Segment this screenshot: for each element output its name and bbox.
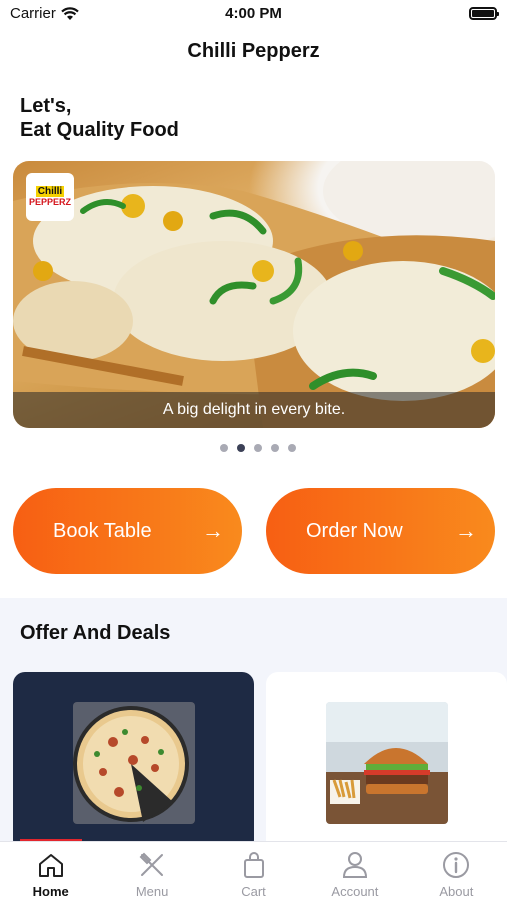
- tab-account[interactable]: Account: [304, 842, 405, 900]
- tab-home[interactable]: Home: [0, 842, 101, 900]
- app-title: Chilli Pepperz: [187, 40, 320, 62]
- burger-illustration: [326, 702, 448, 824]
- arrow-right-icon: →: [202, 518, 224, 543]
- carousel-page-indicator[interactable]: [220, 444, 296, 452]
- brand-logo: Chilli PEPPERZ: [26, 173, 74, 221]
- tab-home-label: Home: [32, 884, 69, 899]
- greeting-line-1: Let's,: [20, 95, 72, 117]
- status-time: 4:00 PM: [225, 5, 282, 22]
- book-table-button[interactable]: Book Table →: [13, 488, 242, 574]
- bottom-tab-bar: Home Menu Cart Account About: [0, 841, 507, 900]
- page-dot[interactable]: [254, 444, 262, 452]
- page-dot[interactable]: [271, 444, 279, 452]
- food-photo: [13, 161, 495, 428]
- greeting-heading: Let's, Eat Quality Food: [20, 94, 179, 142]
- book-table-label: Book Table: [53, 519, 152, 542]
- pizza-illustration: [73, 702, 195, 824]
- home-icon: [36, 850, 66, 880]
- order-now-button[interactable]: Order Now →: [266, 488, 495, 574]
- tab-menu-label: Menu: [135, 884, 169, 899]
- banner-caption: A big delight in every bite.: [13, 392, 495, 428]
- page-dot-active[interactable]: [237, 444, 245, 452]
- info-icon: [441, 850, 471, 880]
- tab-about-label: About: [439, 884, 474, 899]
- tab-menu[interactable]: Menu: [101, 842, 202, 900]
- logo-text-bottom: PEPPERZ: [28, 197, 71, 207]
- logo-text-top: Chilli: [35, 186, 65, 197]
- promo-banner[interactable]: Chilli PEPPERZ A big delight in every bi…: [13, 161, 495, 428]
- tab-about[interactable]: About: [406, 842, 507, 900]
- page-dot[interactable]: [220, 444, 228, 452]
- tab-cart[interactable]: Cart: [203, 842, 304, 900]
- tab-account-label: Account: [331, 884, 379, 899]
- tab-cart-label: Cart: [241, 884, 266, 899]
- burger-image: [326, 702, 448, 824]
- pizza-image: [73, 702, 195, 824]
- shopping-bag-icon: [239, 850, 269, 880]
- battery-icon: [469, 7, 499, 20]
- page-dot[interactable]: [288, 444, 296, 452]
- order-now-label: Order Now: [306, 519, 403, 542]
- offers-heading: Offer And Deals: [20, 622, 171, 644]
- fork-knife-icon: [137, 850, 167, 880]
- arrow-right-icon: →: [455, 518, 477, 543]
- deal-card-burger[interactable]: [266, 672, 507, 852]
- person-icon: [340, 850, 370, 880]
- status-bar: Carrier 4:00 PM: [0, 0, 507, 30]
- greeting-line-2: Eat Quality Food: [20, 119, 179, 141]
- deal-card-pizza[interactable]: [13, 672, 254, 852]
